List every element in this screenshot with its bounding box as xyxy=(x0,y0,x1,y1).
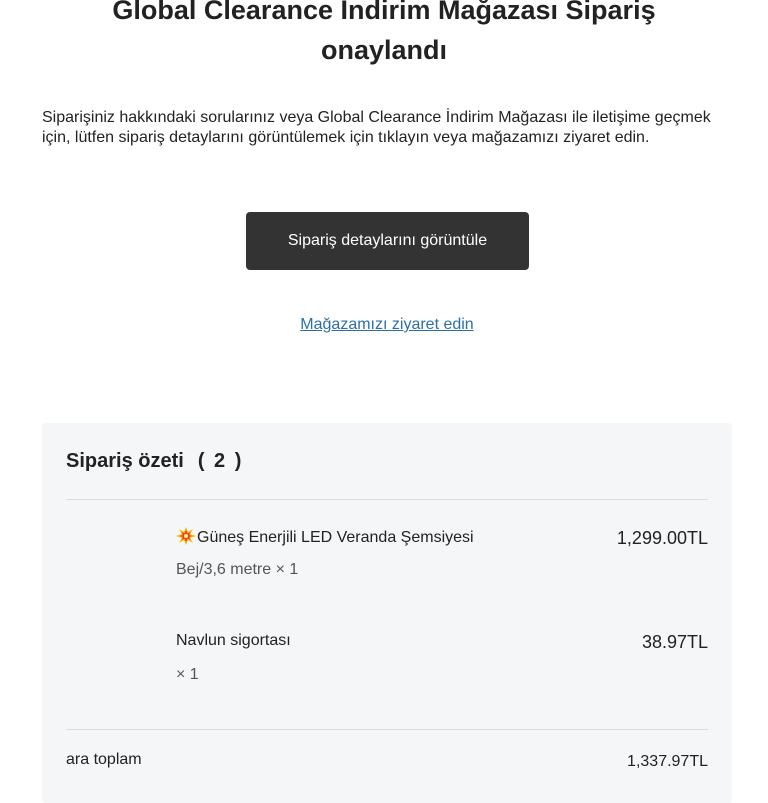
order-summary-panel: Sipariş özeti ( 2 ) Güneş Enerjili LED Ve… xyxy=(42,423,732,803)
view-order-details-button[interactable]: Sipariş detaylarını görüntüle xyxy=(246,212,529,270)
order-summary-title: Sipariş özeti ( 2 ) xyxy=(66,450,243,473)
order-summary-title-text: Sipariş özeti xyxy=(66,450,184,472)
line-item-variant: × 1 xyxy=(176,666,199,683)
visit-store-link[interactable]: Mağazamızı ziyaret edin xyxy=(0,316,768,334)
page-title-line-1: Global Clearance İndirim Mağazası Sipari… xyxy=(112,0,656,25)
line-item-price: 38.97TL xyxy=(641,632,708,652)
line-item-name: Güneş Enerjili LED Veranda Şemsiyesi xyxy=(176,527,474,547)
line-item-name: Navlun sigortası xyxy=(176,632,291,649)
line-item-variant: Bej/3,6 metre × 1 xyxy=(176,561,299,578)
page-title: Global Clearance İndirim Mağazası Sipari… xyxy=(0,0,768,70)
subtotal-label: ara toplam xyxy=(66,751,142,768)
subtotal-value: 1,337.97TL xyxy=(627,753,708,770)
intro-text: Siparişiniz hakkındaki sorularınız veya … xyxy=(42,109,711,146)
line-item-price: 1,299.00TL xyxy=(616,528,708,548)
divider xyxy=(66,729,708,730)
page-title-line-2: onaylandı xyxy=(320,35,448,65)
divider xyxy=(66,499,708,500)
line-item-name-text: Güneş Enerjili LED Veranda Şemsiyesi xyxy=(197,529,474,546)
order-item-count: ( 2 ) xyxy=(197,450,244,472)
view-order-details-label: Sipariş detaylarını görüntüle xyxy=(287,232,488,249)
collision-emoji-icon xyxy=(176,527,196,545)
